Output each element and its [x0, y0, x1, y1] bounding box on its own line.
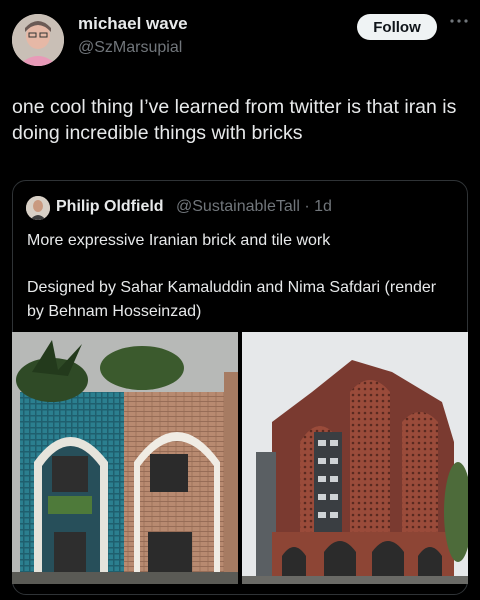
quote-text-line2: Designed by Sahar Kamaluddin and Nima Sa… — [27, 279, 437, 320]
brick-building-image-1[interactable] — [12, 332, 238, 584]
author-handle[interactable]: @SzMarsupial — [78, 39, 182, 57]
ellipsis-icon[interactable] — [448, 14, 470, 28]
author-display-name[interactable]: michael wave — [78, 14, 188, 34]
author-avatar[interactable] — [12, 14, 64, 66]
quote-author-name: Philip Oldfield — [56, 198, 164, 215]
follow-button[interactable]: Follow — [357, 14, 437, 40]
quote-author-handle-time: @SustainableTall · 1d — [176, 198, 332, 215]
tweet-text: one cool thing I’ve learned from twitter… — [12, 96, 457, 144]
quote-author-avatar — [26, 196, 50, 220]
quote-text-line1: More expressive Iranian brick and tile w… — [27, 232, 331, 249]
brick-building-image-2[interactable] — [242, 332, 468, 584]
